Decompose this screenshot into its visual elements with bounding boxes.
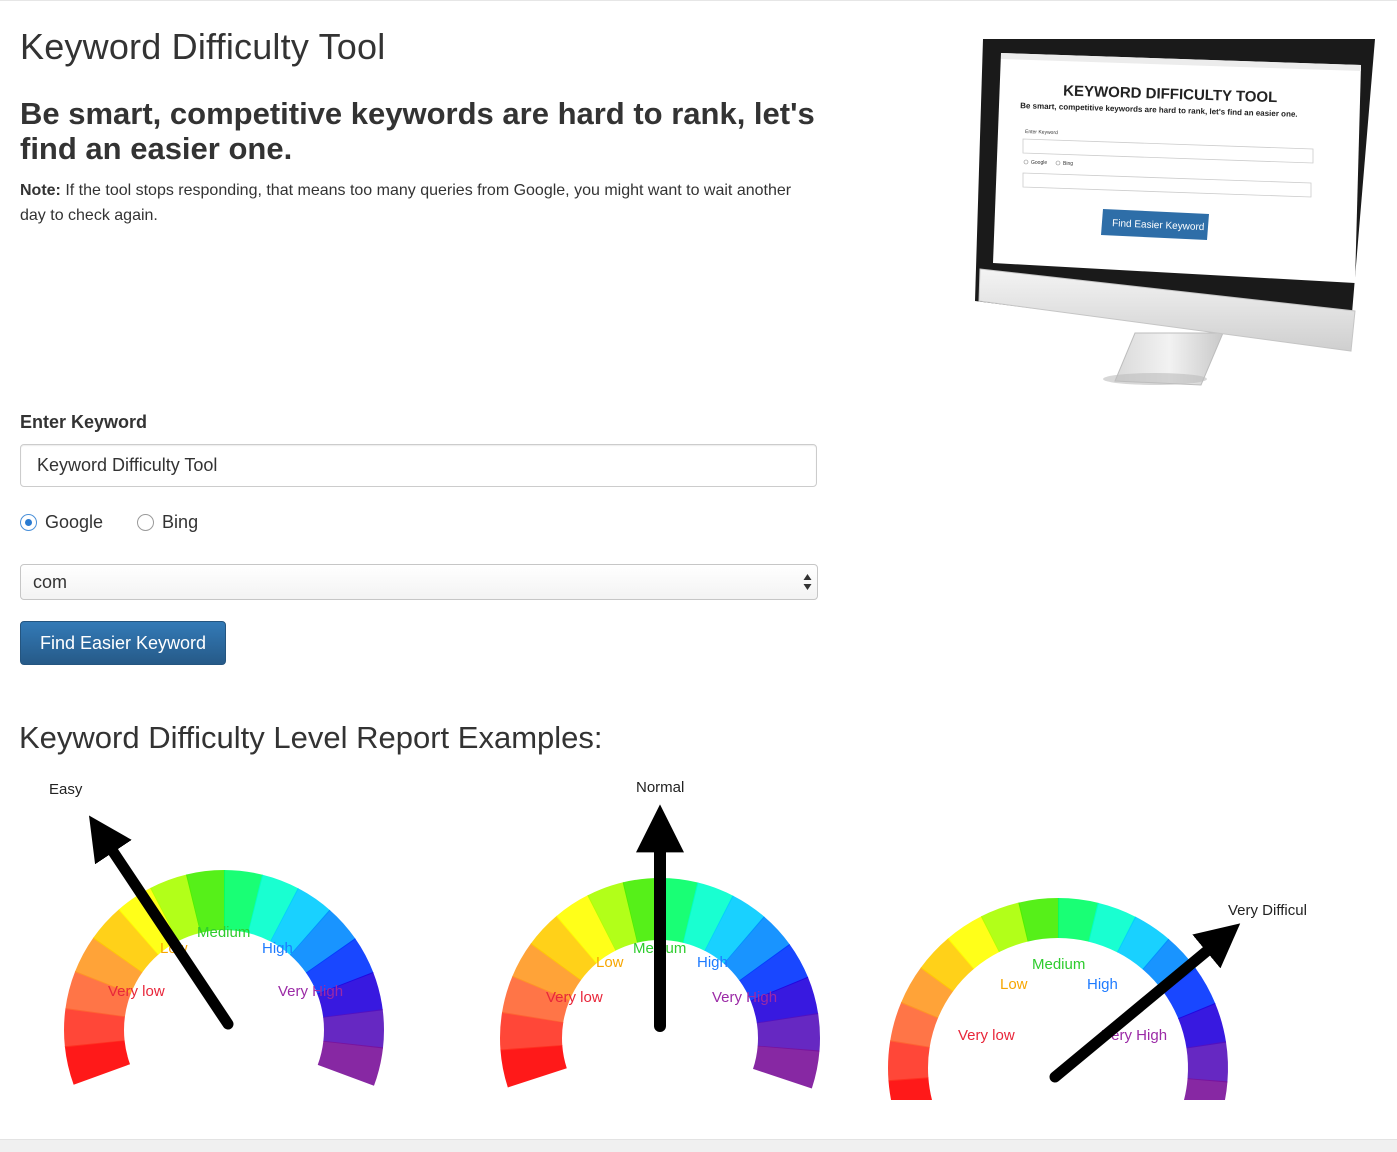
footer-bar (0, 1139, 1397, 1152)
radio-google[interactable]: Google (20, 512, 103, 533)
gauge-arc-segment (1183, 1078, 1228, 1100)
note-paragraph: Note: If the tool stops responding, that… (20, 178, 820, 228)
gauge-normal-low: Low (596, 954, 624, 971)
gauge-easy-very-high: Very High (278, 983, 343, 1000)
gauge-very-difficult-high: High (1087, 976, 1118, 993)
gauge-very-difficult: Very low Low Medium High Very High Very … (888, 898, 1307, 1100)
gauge-normal-high: High (697, 954, 728, 971)
radio-google-label: Google (45, 512, 104, 532)
gauge-arc-segment (752, 1045, 820, 1089)
keyword-label: Enter Keyword (20, 412, 148, 432)
gauge-arc-segment (317, 1040, 384, 1086)
gauge-easy-medium: Medium (197, 924, 250, 941)
gauge-normal-result: Normal (636, 779, 684, 796)
domain-select-value: com (33, 572, 68, 592)
examples-heading: Keyword Difficulty Level Report Examples… (19, 720, 603, 755)
gauge-very-difficult-very-low: Very low (958, 1027, 1015, 1044)
gauge-easy: Very low Low Medium High Very High Easy (49, 781, 384, 1086)
monitor-illustration: KEYWORD DIFFICULTY TOOL Be smart, compet… (975, 39, 1375, 386)
gauge-easy-arc (63, 870, 384, 1086)
monitor-radio-bing: Bing (1063, 161, 1073, 167)
gauge-very-difficult-result: Very Difficul (1228, 902, 1307, 919)
page-title: Keyword Difficulty Tool (20, 26, 386, 67)
gauge-normal: Very low Low Medium High Very High Norma… (500, 779, 820, 1089)
search-engine-radios: Google Bing (20, 512, 232, 533)
monitor-label: Enter Keyword (1025, 129, 1058, 136)
radio-google-button[interactable] (20, 514, 37, 531)
gauge-easy-high: High (262, 940, 293, 957)
gauge-normal-very-low: Very low (546, 989, 603, 1006)
gauge-easy-result: Easy (49, 781, 83, 798)
note-label: Note: (20, 182, 61, 199)
gauge-normal-very-high: Very High (712, 989, 777, 1006)
monitor-radio-google: Google (1031, 160, 1047, 166)
gauge-very-difficult-medium: Medium (1032, 956, 1085, 973)
note-text: If the tool stops responding, that means… (20, 182, 792, 224)
domain-select[interactable]: com (20, 564, 818, 600)
radio-bing-label: Bing (162, 512, 199, 532)
select-arrows-icon (803, 574, 812, 590)
gauge-arc-segment (1186, 1041, 1228, 1083)
keyword-input[interactable] (20, 444, 817, 487)
gauge-easy-very-low: Very low (108, 983, 165, 1000)
page-subtitle: Be smart, competitive keywords are hard … (20, 96, 815, 166)
gauge-arc-segment (64, 1040, 131, 1085)
radio-bing[interactable]: Bing (137, 512, 198, 533)
gauge-very-difficult-low: Low (1000, 976, 1028, 993)
find-easier-keyword-button[interactable]: Find Easier Keyword (20, 621, 226, 665)
top-border (0, 0, 1397, 1)
gauge-examples: Very low Low Medium High Very High Easy … (49, 779, 1307, 1100)
radio-bing-button[interactable] (137, 514, 155, 531)
gauge-arc-segment (500, 1045, 567, 1088)
